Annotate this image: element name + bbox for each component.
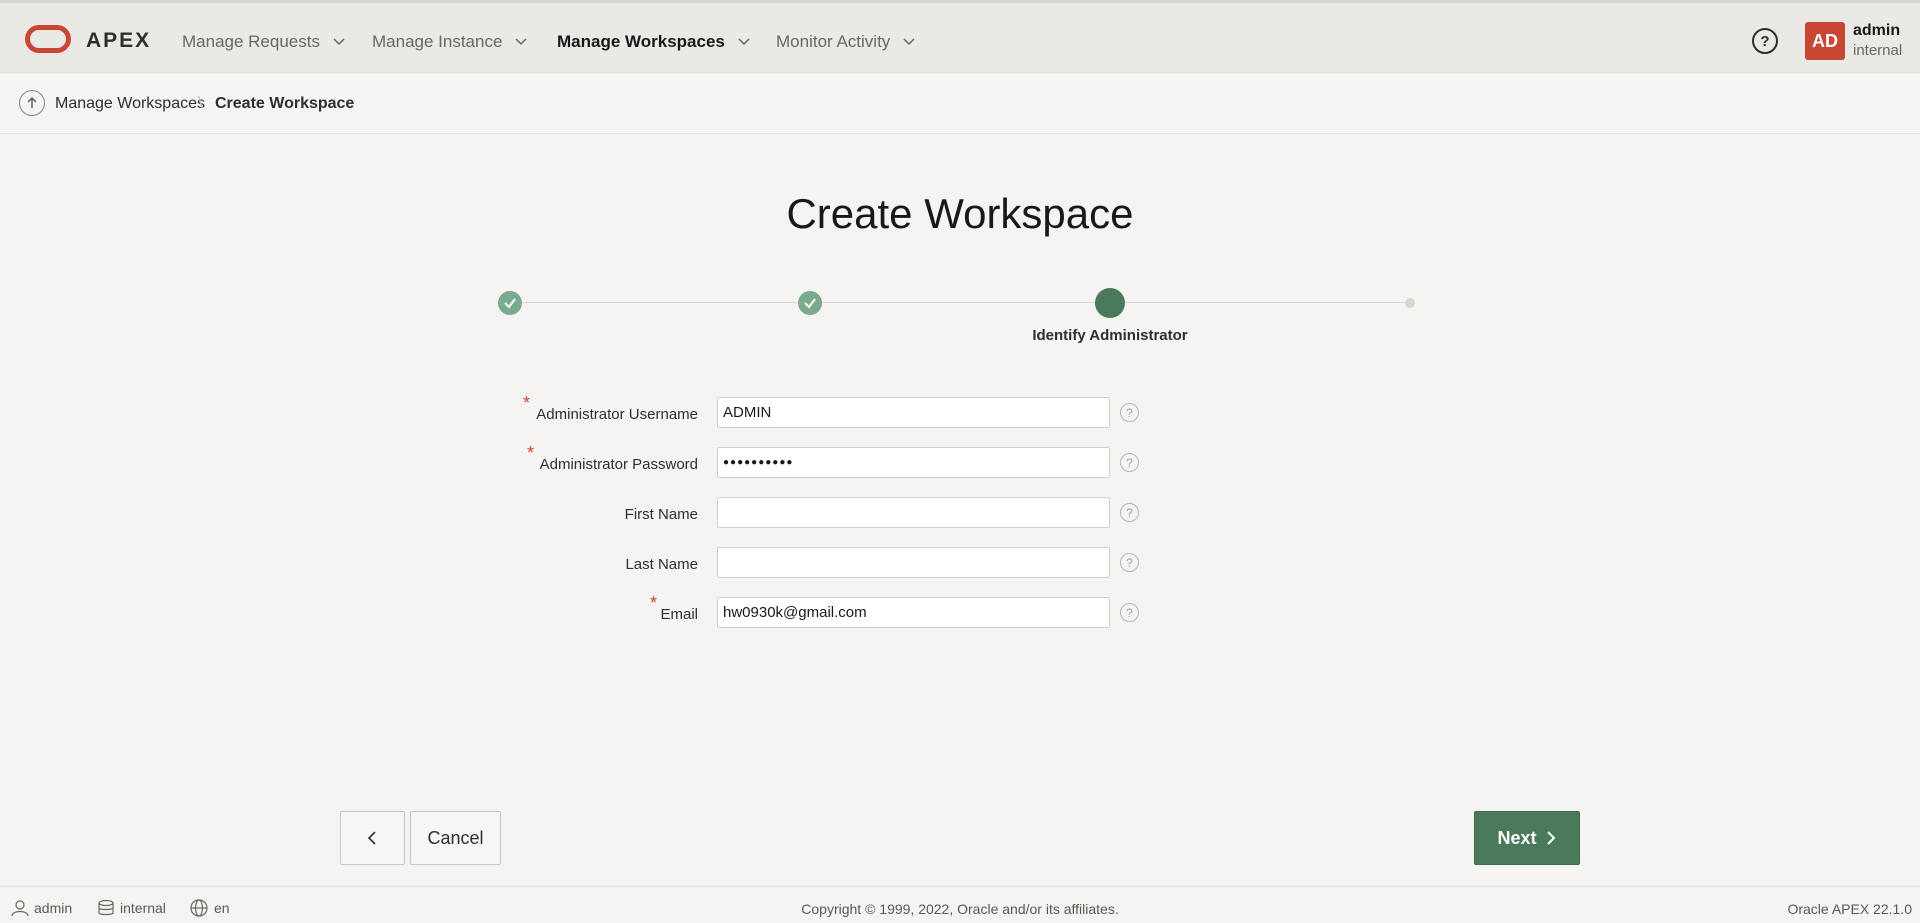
arrow-up-icon[interactable] <box>19 90 45 116</box>
required-marker: * <box>526 443 534 463</box>
next-button[interactable]: Next <box>1474 811 1580 865</box>
form-row-email: * Email ? <box>0 593 1920 631</box>
chevron-down-icon <box>515 38 527 46</box>
previous-button[interactable] <box>340 811 405 865</box>
field-label: Administrator Password <box>539 456 698 473</box>
help-icon[interactable]: ? <box>1120 503 1139 522</box>
check-icon <box>504 298 516 309</box>
wizard-step-current <box>1095 288 1125 318</box>
footer: admin internal en Copyright © 1999, 2022… <box>0 886 1920 923</box>
nav-manage-instance[interactable]: Manage Instance <box>372 30 528 54</box>
wizard-step-label: Identify Administrator <box>1032 327 1188 344</box>
email-input[interactable] <box>717 597 1110 628</box>
user-name[interactable]: admin <box>1853 22 1900 40</box>
check-icon <box>804 298 816 309</box>
help-icon[interactable]: ? <box>1120 553 1139 572</box>
required-marker: * <box>522 393 530 413</box>
nav-label: Monitor Activity <box>776 32 891 51</box>
chevron-down-icon <box>738 38 750 46</box>
required-marker: * <box>649 593 657 613</box>
wizard-step-complete <box>498 291 522 315</box>
admin-password-input[interactable] <box>717 447 1110 478</box>
nav-label: Manage Workspaces <box>557 32 725 51</box>
chevron-down-icon <box>333 38 345 46</box>
chevron-left-icon <box>367 831 376 845</box>
first-name-input[interactable] <box>717 497 1110 528</box>
app-logo-text[interactable]: APEX <box>86 29 151 53</box>
breadcrumb-parent-link[interactable]: Manage Workspaces <box>55 95 205 113</box>
nav-label: Manage Requests <box>182 32 320 51</box>
admin-username-input[interactable] <box>717 397 1110 428</box>
breadcrumb-current: Create Workspace <box>215 95 355 112</box>
top-navigation-bar: APEX Manage Requests Manage Instance Man… <box>0 0 1920 73</box>
form-row-last-name: Last Name ? <box>0 547 1920 581</box>
page-title: Create Workspace <box>786 190 1134 237</box>
avatar[interactable]: AD <box>1805 22 1845 60</box>
field-label: Last Name <box>625 556 698 573</box>
help-icon[interactable]: ? <box>1120 603 1139 622</box>
breadcrumb-separator: \ <box>198 93 203 112</box>
footer-copyright: Copyright © 1999, 2022, Oracle and/or it… <box>801 901 1119 917</box>
form-row-first-name: First Name ? <box>0 497 1920 531</box>
breadcrumb: Manage Workspaces \ Create Workspace <box>0 74 1920 134</box>
cancel-button[interactable]: Cancel <box>410 811 501 865</box>
oracle-logo-icon[interactable] <box>25 25 71 53</box>
help-icon[interactable]: ? <box>1120 403 1139 422</box>
wizard-progress-track <box>510 302 1410 303</box>
field-label: Email <box>660 606 698 623</box>
last-name-input[interactable] <box>717 547 1110 578</box>
chevron-right-icon <box>1546 831 1555 845</box>
wizard-step-pending <box>1405 298 1415 308</box>
next-button-label: Next <box>1497 827 1537 848</box>
chevron-down-icon <box>903 38 915 46</box>
nav-label: Manage Instance <box>372 32 503 51</box>
field-label: First Name <box>624 506 698 523</box>
form-row-admin-password: * Administrator Password ? <box>0 443 1920 481</box>
footer-version: Oracle APEX 22.1.0 <box>1787 901 1912 917</box>
form-row-admin-username: * Administrator Username ? <box>0 393 1920 431</box>
help-icon[interactable]: ? <box>1752 28 1778 54</box>
help-icon[interactable]: ? <box>1120 453 1139 472</box>
nav-manage-requests[interactable]: Manage Requests <box>182 30 346 54</box>
wizard-step-complete <box>798 291 822 315</box>
nav-manage-workspaces[interactable]: Manage Workspaces <box>557 30 751 54</box>
field-label: Administrator Username <box>536 406 698 423</box>
nav-monitor-activity[interactable]: Monitor Activity <box>776 30 916 54</box>
user-workspace: internal <box>1853 42 1903 59</box>
